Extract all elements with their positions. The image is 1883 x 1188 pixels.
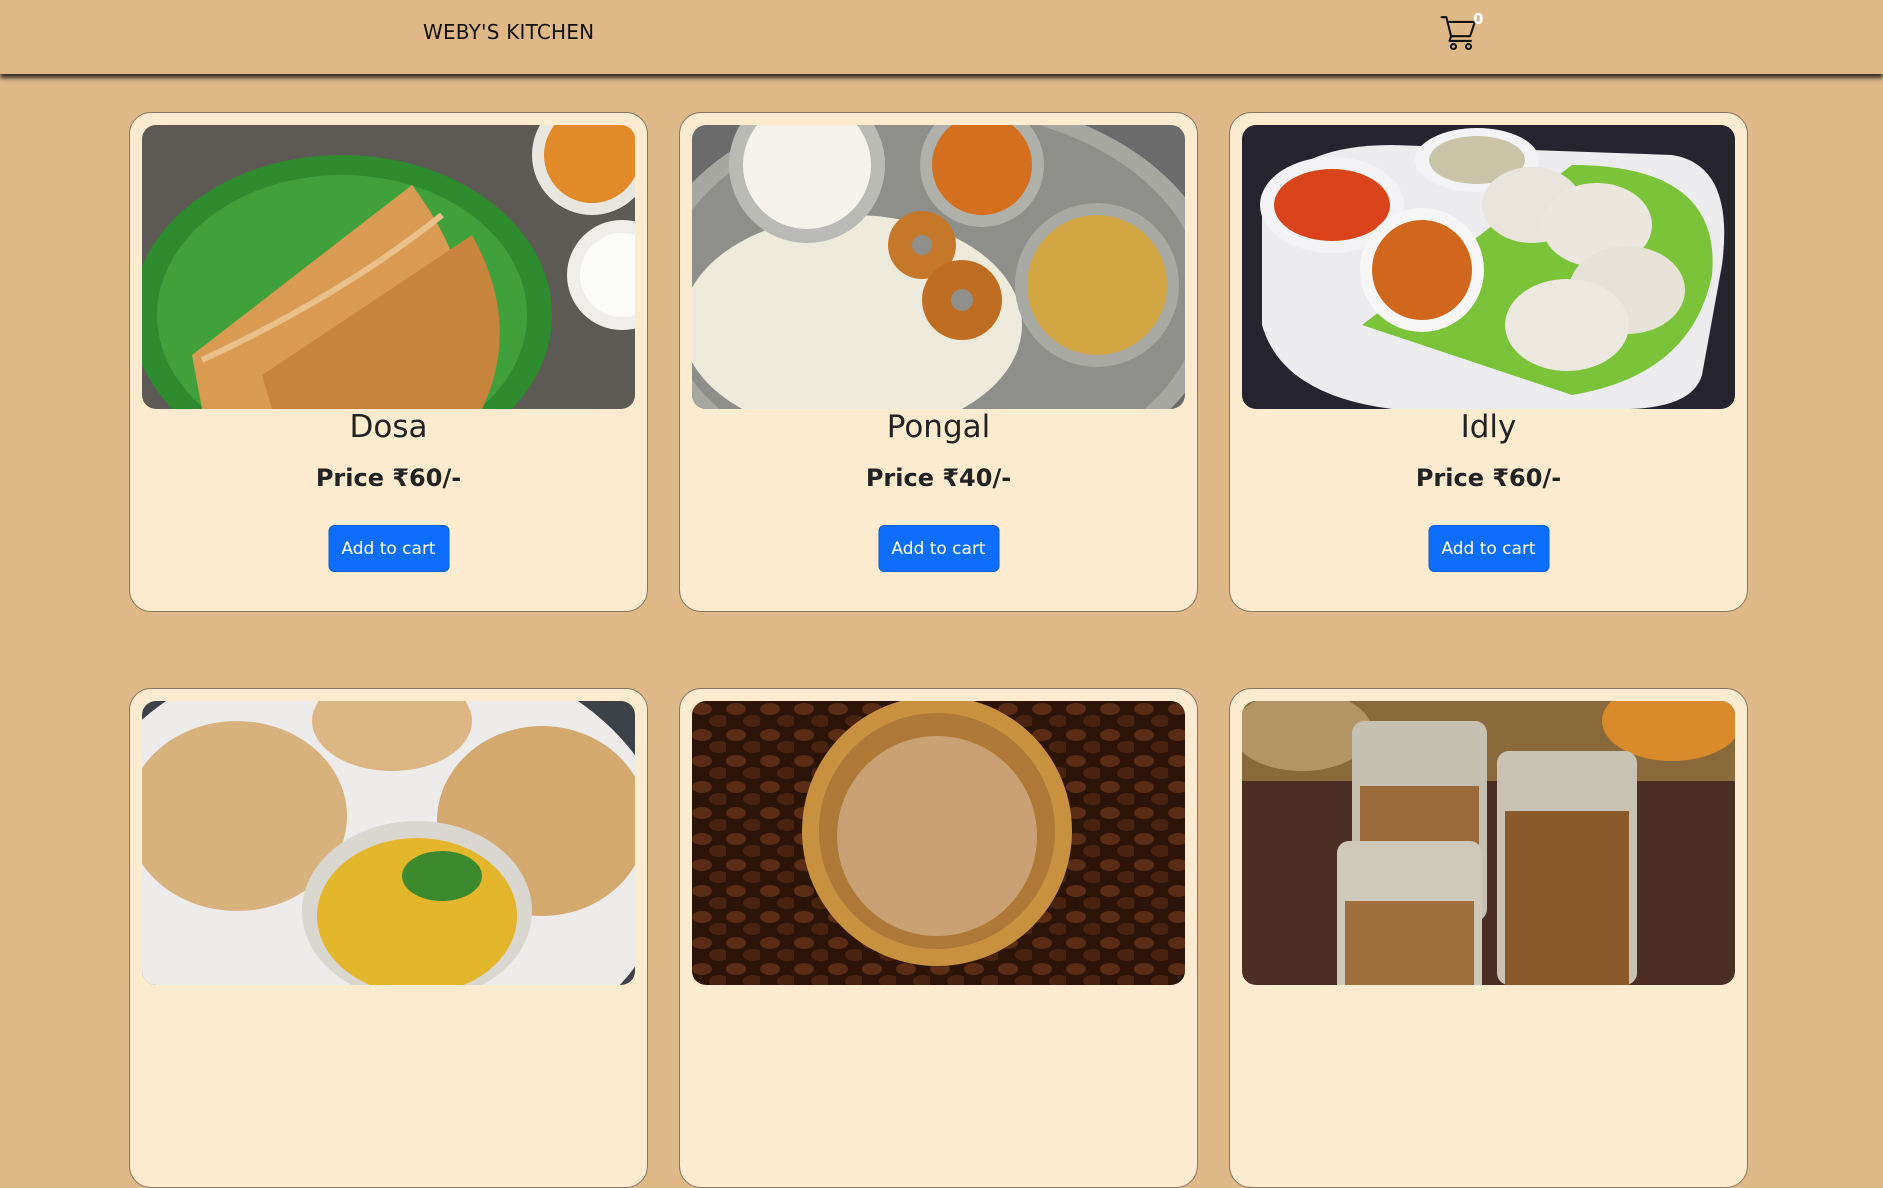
product-name: Idly — [1460, 409, 1517, 445]
product-name: Dosa — [349, 409, 428, 445]
product-card — [679, 688, 1198, 1188]
cart-count-badge: 0 — [1473, 10, 1484, 28]
brand-title[interactable]: WEBY'S KITCHEN — [423, 20, 594, 44]
add-to-cart-button[interactable]: Add to cart — [878, 525, 999, 572]
idly-photo — [1242, 125, 1735, 409]
product-card: Dosa Price ₹60/- Add to cart — [129, 112, 648, 612]
product-card: Pongal Price ₹40/- Add to cart — [679, 112, 1198, 612]
tea-photo — [1242, 701, 1735, 985]
dosa-photo — [142, 125, 635, 409]
coffee-photo — [692, 701, 1185, 985]
cart-button[interactable]: 0 — [1438, 10, 1484, 54]
product-name: Pongal — [886, 409, 991, 445]
add-to-cart-button[interactable]: Add to cart — [328, 525, 449, 572]
pongal-photo — [692, 125, 1185, 409]
product-grid: Dosa Price ₹60/- Add to cart Pongal Pric… — [0, 0, 1883, 1188]
navbar: WEBY'S KITCHEN 0 — [0, 0, 1883, 74]
product-price: Price ₹40/- — [865, 464, 1012, 492]
add-to-cart-button[interactable]: Add to cart — [1428, 525, 1549, 572]
product-card — [129, 688, 648, 1188]
product-price: Price ₹60/- — [315, 464, 462, 492]
product-price: Price ₹60/- — [1415, 464, 1562, 492]
product-card: Idly Price ₹60/- Add to cart — [1229, 112, 1748, 612]
poori-photo — [142, 701, 635, 985]
product-card — [1229, 688, 1748, 1188]
